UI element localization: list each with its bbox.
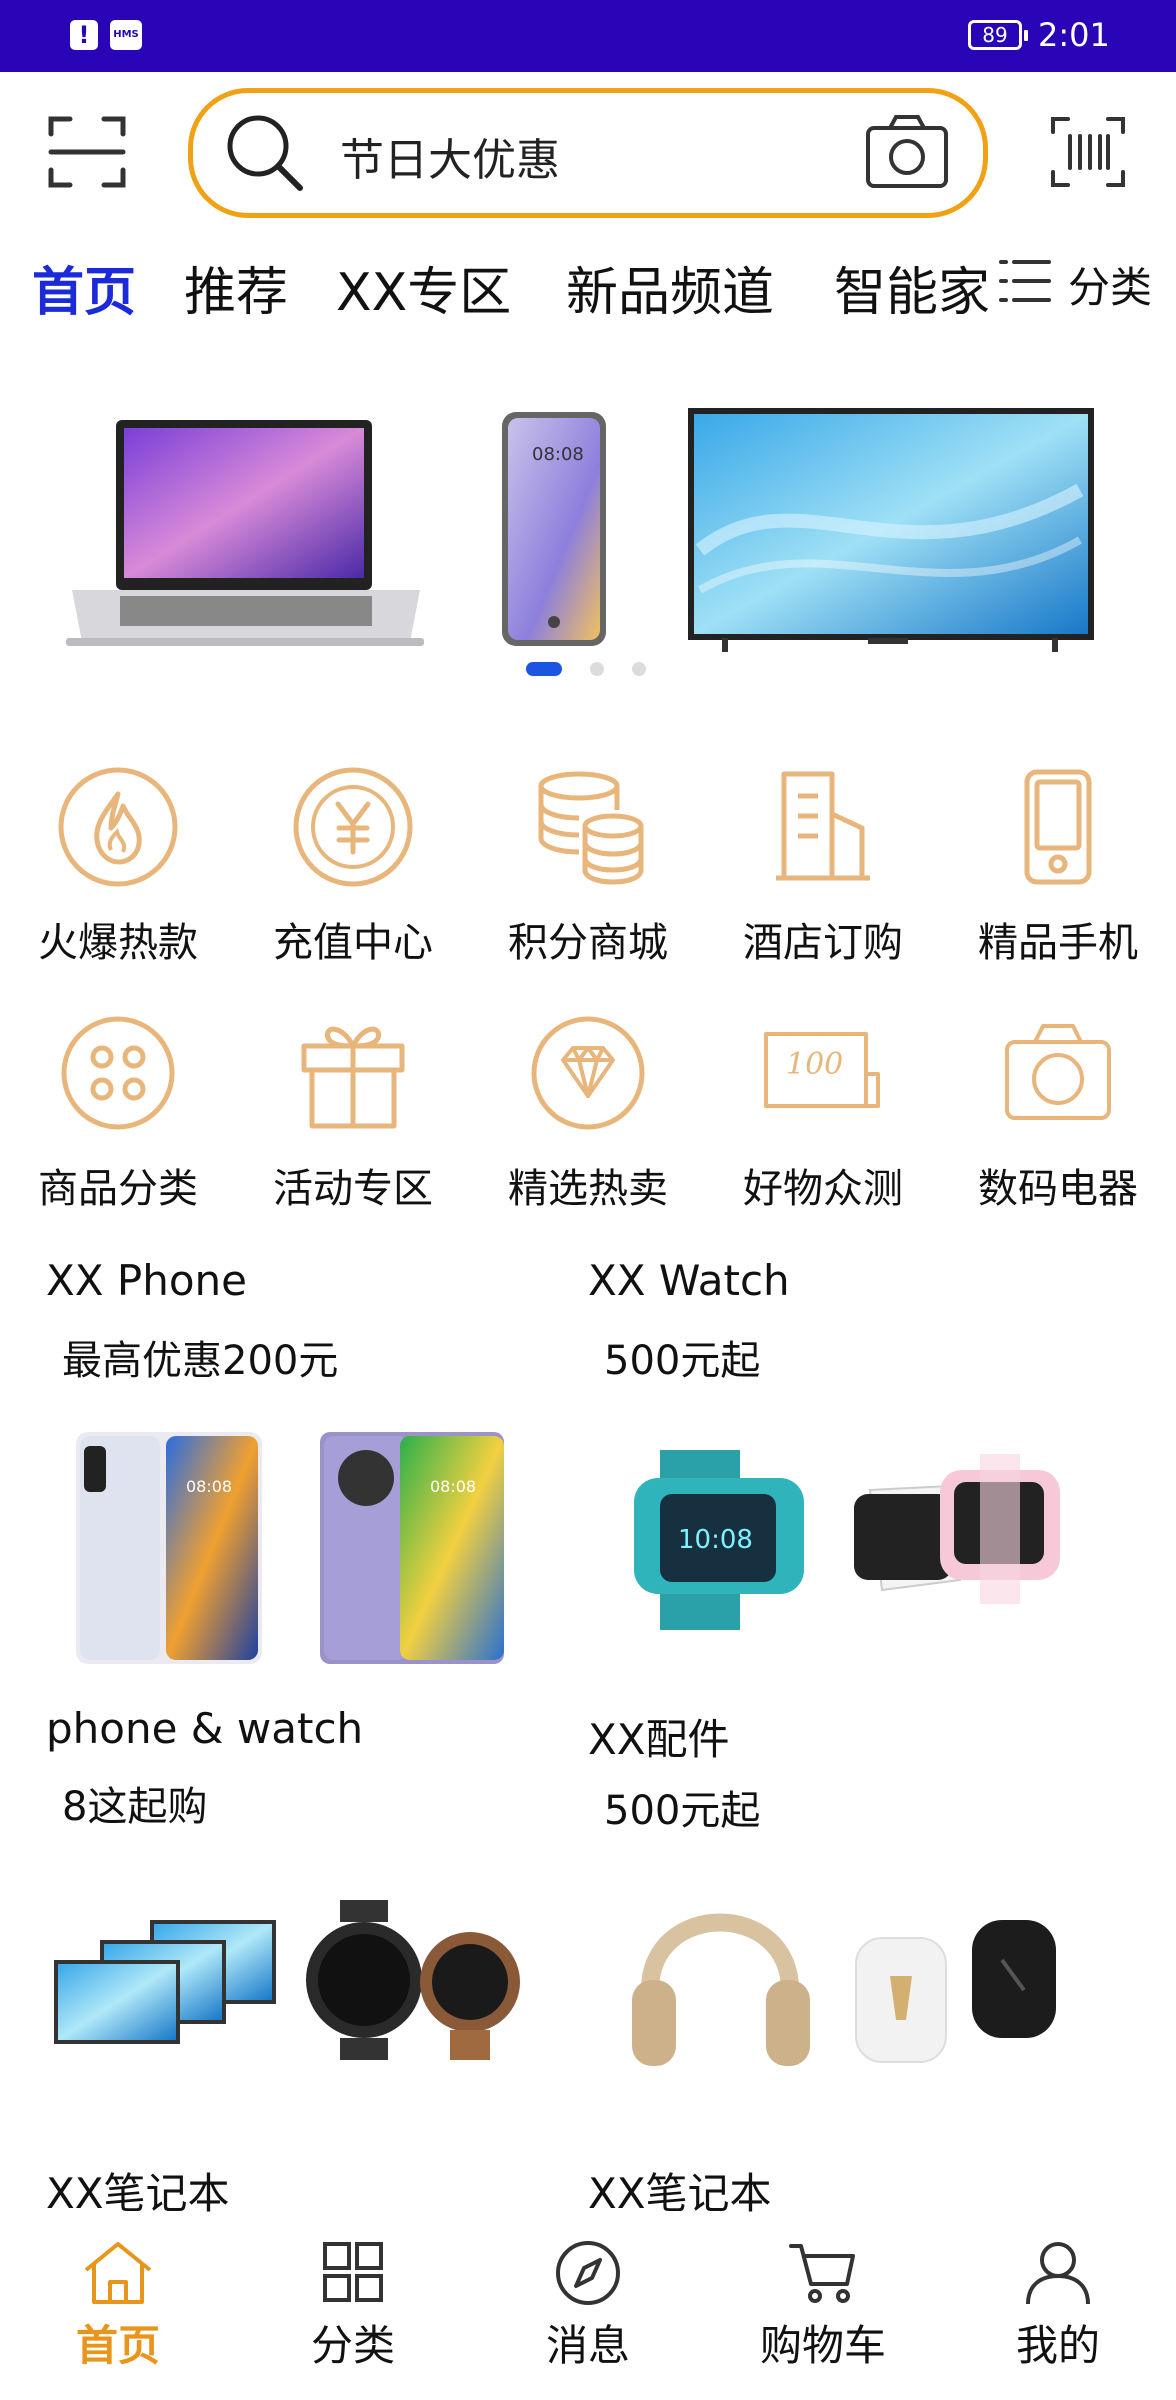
product-image-phones[interactable]: 08:08 08:08 [70,1428,520,1668]
banner-image: 08:08 [66,408,1094,652]
carousel-dot-active[interactable] [526,662,562,676]
tab-home[interactable]: 首页 [32,250,136,325]
coins-icon [538,771,644,885]
svg-text:10:08: 10:08 [678,1525,753,1555]
search-query[interactable]: 节日大优惠 [340,124,560,188]
bottom-nav: 首页 分类 消息 购物车 我的 [0,2218,1176,2400]
grid-item-label: 活动专区 [273,1166,433,1212]
svg-text:08:08: 08:08 [532,444,584,465]
nav-home[interactable]: 首页 [0,2218,236,2400]
compass-icon [556,2241,620,2305]
tab-smart-home[interactable]: 智能家 [834,250,990,325]
laptop-image [66,420,424,646]
product-title[interactable]: XX笔记本 [46,2160,230,2221]
cart-icon [789,2244,855,2303]
yen-icon [293,767,413,887]
product-title[interactable]: XX笔记本 [588,2160,772,2221]
svg-text:08:08: 08:08 [186,1477,232,1496]
nav-label: 我的 [1015,2321,1100,2370]
grid-item-label: 商品分类 [38,1166,198,1212]
category-button[interactable]: 分类 [998,252,1176,312]
product-subtitle: 500元起 [604,1338,761,1384]
product-subtitle: 500元起 [604,1788,761,1834]
diamond-icon [531,1016,645,1130]
category-dots-icon [61,1016,175,1130]
warning-icon: ! [70,20,98,50]
svg-text:08:08: 08:08 [430,1477,476,1496]
nav-categories[interactable]: 分类 [235,2218,471,2400]
product-title[interactable]: XX Watch [588,1256,790,1305]
grid-item-label: 积分商城 [508,920,668,966]
grid-item-hot[interactable]: 火爆热款 [0,766,236,968]
product-image-watches[interactable]: 10:08 [620,1430,1070,1660]
gift-icon [301,1026,405,1129]
scan-icon[interactable] [48,114,126,190]
banner-carousel[interactable]: 08:08 [0,380,1176,700]
barcode-scan-icon[interactable] [1050,114,1126,190]
category-button-label: 分类 [1068,263,1153,312]
fire-icon [58,767,178,887]
carousel-dot[interactable] [590,662,604,676]
product-image-screens[interactable] [50,1900,530,2060]
nav-profile[interactable]: 我的 [940,2218,1176,2400]
grid-item-product-testing[interactable]: 100 好物众测 [705,1012,941,1214]
nav-label: 分类 [310,2321,395,2370]
nav-label: 消息 [545,2321,630,2370]
grid-item-label: 精品手机 [978,920,1138,966]
grid-item-activities[interactable]: 活动专区 [235,1012,471,1214]
grid-item-label: 数码电器 [978,1166,1138,1212]
product-subtitle: 最高优惠200元 [62,1338,339,1384]
tab-xx-zone[interactable]: XX专区 [336,250,511,325]
grid-item-best-sellers[interactable]: 精选热卖 [470,1012,706,1214]
grid-item-label: 精选热卖 [508,1166,668,1212]
nav-messages[interactable]: 消息 [470,2218,706,2400]
grid-item-recharge[interactable]: 充值中心 [235,766,471,968]
camera-icon[interactable] [864,112,950,192]
camera-icon [1005,1024,1111,1120]
hotel-icon [776,771,870,881]
product-title[interactable]: phone & watch [46,1704,363,1753]
grid-item-phones[interactable]: 精品手机 [940,766,1176,968]
coupon-100-icon: 100 [764,1032,880,1108]
grid-item-label: 酒店订购 [743,920,903,966]
grid-icon [323,2242,383,2302]
grid-item-digital[interactable]: 数码电器 [940,1012,1176,1214]
svg-text:100: 100 [786,1047,843,1082]
tab-recommend[interactable]: 推荐 [184,250,288,325]
grid-item-points-mall[interactable]: 积分商城 [470,766,706,968]
nav-cart[interactable]: 购物车 [705,2218,941,2400]
battery-icon: 89 [968,20,1028,50]
hms-icon: HMS [110,20,142,50]
grid-item-label: 充值中心 [273,920,433,966]
tab-new-products[interactable]: 新品频道 [566,250,774,325]
menu-list-icon [999,260,1051,302]
product-title[interactable]: XX配件 [588,1706,730,1767]
grid-item-hotel[interactable]: 酒店订购 [705,766,941,968]
status-time: 2:01 [1038,16,1110,54]
grid-item-label: 好物众测 [743,1166,903,1212]
nav-label: 购物车 [759,2321,886,2370]
home-icon [84,2242,152,2304]
person-icon [1026,2242,1090,2305]
tv-image [688,408,1094,652]
phone-icon [1024,769,1092,885]
search-icon [227,115,303,191]
product-title[interactable]: XX Phone [46,1256,247,1305]
phone-image: 08:08 [502,412,606,646]
nav-label: 首页 [75,2321,160,2370]
product-image-accessories[interactable] [620,1880,1070,2090]
grid-item-label: 火爆热款 [38,920,198,966]
carousel-dot[interactable] [632,662,646,676]
status-bar: ! HMS 89 2:01 [0,0,1176,72]
product-subtitle: 8这起购 [62,1784,208,1830]
grid-item-categories[interactable]: 商品分类 [0,1012,236,1214]
